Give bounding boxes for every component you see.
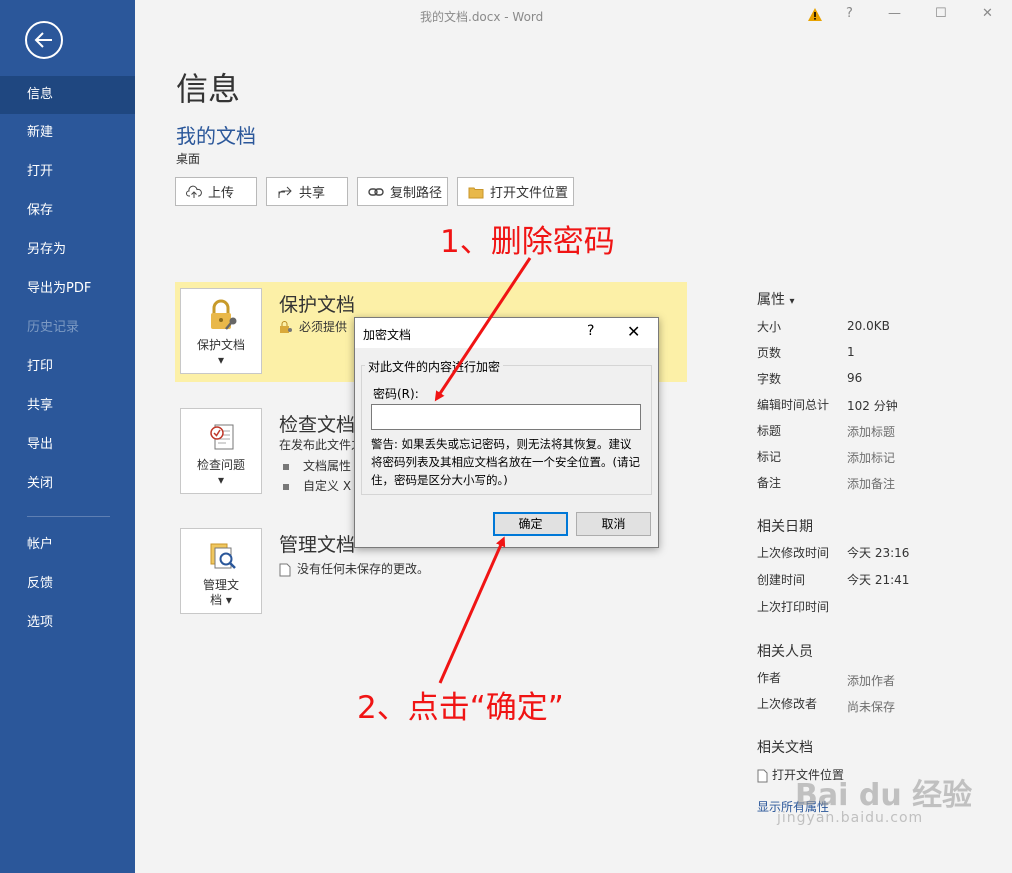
- annotation-arrows: [434, 257, 532, 684]
- annotation-step-1: 1、删除密码: [440, 224, 615, 260]
- arrow-to-password-field: [434, 257, 532, 402]
- watermark-logo-text: Bai du 经验: [795, 778, 973, 813]
- annotation-step-2: 2、点击“确定”: [357, 690, 564, 726]
- watermark-url: jingyan.baidu.com: [777, 810, 924, 826]
- arrow-to-ok-button: [438, 536, 506, 684]
